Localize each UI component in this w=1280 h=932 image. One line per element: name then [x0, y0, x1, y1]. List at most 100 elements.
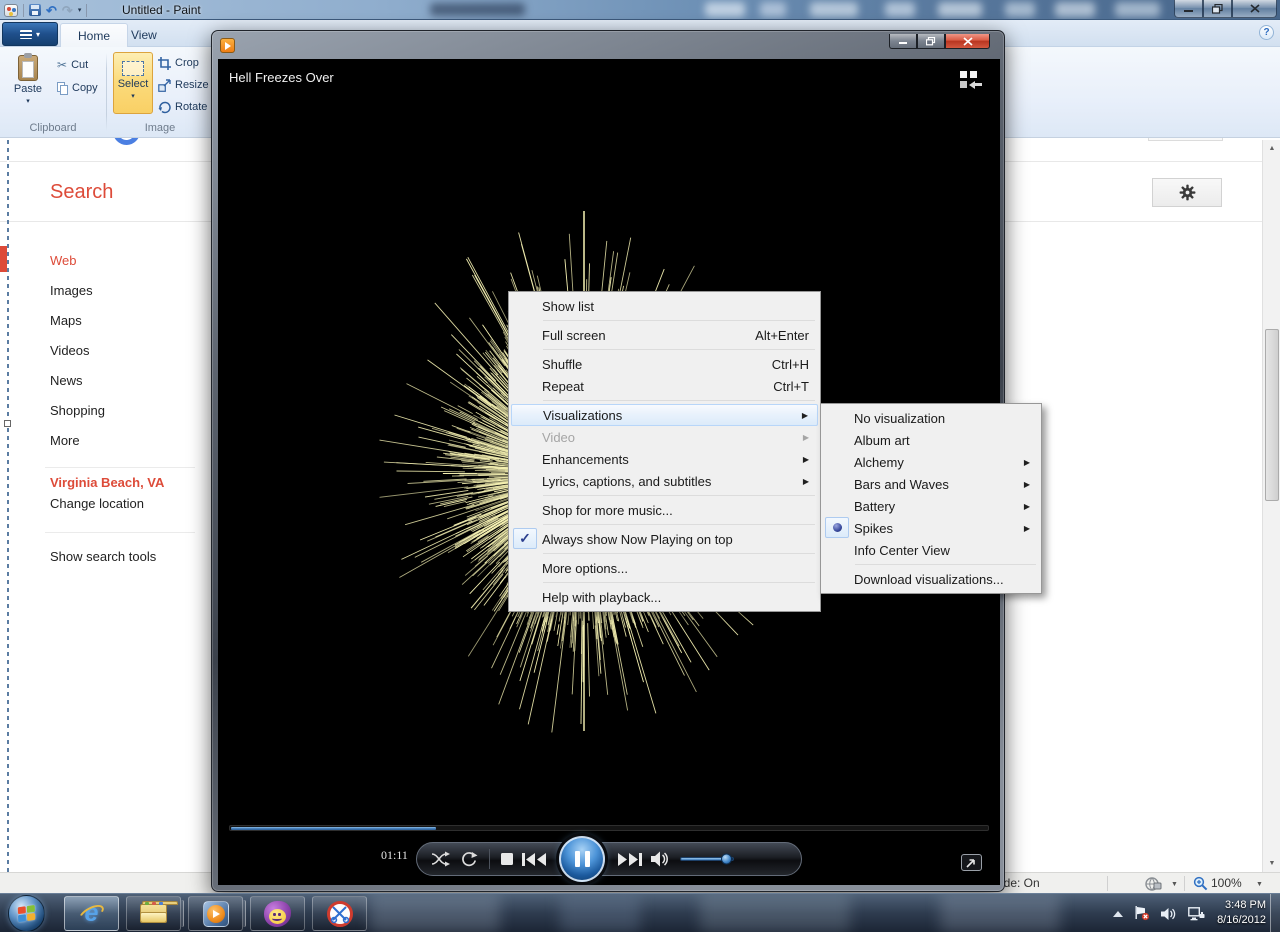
- chevron-down-icon[interactable]: ▼: [1171, 881, 1178, 888]
- taskbar-button-media-player[interactable]: [188, 896, 243, 931]
- divider: [45, 467, 195, 468]
- menu-item-lyrics[interactable]: Lyrics, captions, and subtitles▶: [511, 470, 818, 492]
- menu-separator: [543, 400, 815, 401]
- change-location-link[interactable]: Change location: [50, 496, 164, 511]
- menu-item-shuffle[interactable]: ShuffleCtrl+H: [511, 353, 818, 375]
- mute-button[interactable]: [651, 851, 671, 867]
- menu-item-visualizations[interactable]: Visualizations▶: [511, 404, 818, 426]
- scroll-up-button[interactable]: ▲: [1263, 140, 1280, 157]
- stop-button[interactable]: [501, 853, 513, 865]
- scrollbar-thumb[interactable]: [1265, 329, 1279, 501]
- paint-titlebar: ↶ ↷ ▾ Untitled - Paint: [0, 0, 1280, 20]
- menu-item-video: Video▶: [511, 426, 818, 448]
- show-hidden-icons-button[interactable]: [1113, 911, 1123, 917]
- zoom-level-text[interactable]: 100%: [1211, 876, 1242, 890]
- save-button[interactable]: [29, 4, 41, 16]
- volume-slider[interactable]: [680, 857, 734, 861]
- search-tools-link[interactable]: Show search tools: [50, 549, 156, 564]
- cut-button[interactable]: ✂ Cut: [57, 57, 88, 73]
- menu-item-no-visualization[interactable]: No visualization: [823, 407, 1039, 429]
- start-button[interactable]: [8, 895, 45, 932]
- menu-item-info-center-view[interactable]: Info Center View: [823, 539, 1039, 561]
- blur-artifact: [1005, 2, 1035, 17]
- zoom-magnifier-icon: [1193, 876, 1208, 891]
- seek-bar[interactable]: [229, 825, 989, 831]
- paste-button[interactable]: Paste ▾: [8, 52, 48, 114]
- checkbox-checked-icon: ✓: [513, 528, 537, 549]
- tab-view[interactable]: View: [114, 23, 174, 47]
- rotate-button[interactable]: Rotate ▾: [158, 99, 215, 115]
- paint-app-icon: [4, 4, 18, 17]
- application-menu-button[interactable]: ▾: [2, 22, 58, 46]
- menu-item-show-list[interactable]: Show list: [511, 295, 818, 317]
- blur-artifact: [700, 894, 850, 932]
- nav-item-shopping[interactable]: Shopping: [50, 395, 105, 425]
- settings-button[interactable]: [1152, 178, 1222, 207]
- menu-item-help-with-playback[interactable]: Help with playback...: [511, 586, 818, 608]
- chevron-down-icon[interactable]: ▼: [1256, 881, 1263, 888]
- selection-handle[interactable]: [4, 420, 11, 427]
- close-button[interactable]: [945, 34, 990, 49]
- undo-button[interactable]: ↶: [46, 4, 57, 17]
- taskbar-clock[interactable]: 3:48 PM 8/16/2012: [1217, 898, 1266, 928]
- menu-separator: [543, 553, 815, 554]
- action-center-flag-icon[interactable]: [1134, 906, 1150, 921]
- taskbar-button-windows-explorer[interactable]: [126, 896, 181, 931]
- desktop: ↶ ↷ ▾ Untitled - Paint ▾ Home View Paste…: [0, 0, 1280, 932]
- page-title: Search: [50, 181, 113, 204]
- menu-item-full-screen[interactable]: Full screenAlt+Enter: [511, 324, 818, 346]
- nav-item-videos[interactable]: Videos: [50, 335, 105, 365]
- nav-item-more[interactable]: More: [50, 425, 105, 455]
- google-logo-fragment: [113, 138, 140, 145]
- resize-button[interactable]: Resize: [158, 77, 209, 93]
- chevron-down-icon: ▾: [131, 92, 135, 100]
- redo-button[interactable]: ↷: [62, 4, 73, 17]
- menu-item-enhancements[interactable]: Enhancements▶: [511, 448, 818, 470]
- copy-button[interactable]: Copy: [57, 80, 98, 96]
- close-button[interactable]: [1232, 0, 1277, 18]
- restore-button[interactable]: [917, 34, 945, 49]
- clipboard-icon: [18, 55, 38, 81]
- shuffle-button[interactable]: [430, 851, 451, 867]
- qat-customize-button[interactable]: ▾: [78, 6, 82, 14]
- taskbar-button-snipping-tool[interactable]: [312, 896, 367, 931]
- nav-item-news[interactable]: News: [50, 365, 105, 395]
- menu-item-shop-for-more-music[interactable]: Shop for more music...: [511, 499, 818, 521]
- next-button[interactable]: [616, 852, 642, 867]
- switch-to-library-button[interactable]: [960, 71, 982, 89]
- crop-button[interactable]: Crop: [158, 55, 199, 71]
- menu-item-repeat[interactable]: RepeatCtrl+T: [511, 375, 818, 397]
- menu-separator: [543, 582, 815, 583]
- volume-tray-icon[interactable]: [1161, 907, 1177, 921]
- nav-item-images[interactable]: Images: [50, 275, 105, 305]
- previous-button[interactable]: [522, 852, 548, 867]
- minimize-button[interactable]: [1174, 0, 1203, 18]
- menu-item-bars-and-waves[interactable]: Bars and Waves▶: [823, 473, 1039, 495]
- scroll-down-button[interactable]: ▼: [1263, 855, 1280, 872]
- minimize-button[interactable]: [889, 34, 917, 49]
- menu-item-battery[interactable]: Battery▶: [823, 495, 1039, 517]
- menu-item-spikes[interactable]: Spikes▶: [823, 517, 1039, 539]
- nav-item-maps[interactable]: Maps: [50, 305, 105, 335]
- select-button[interactable]: Select ▾: [113, 52, 153, 114]
- help-icon[interactable]: ?: [1259, 25, 1274, 40]
- blur-artifact: [560, 894, 640, 932]
- scrollbar[interactable]: ▲ ▼: [1262, 140, 1280, 872]
- taskbar-button-internet-explorer[interactable]: e: [64, 896, 119, 931]
- pause-button[interactable]: [559, 836, 605, 882]
- show-desktop-button[interactable]: [1270, 894, 1280, 932]
- menu-item-alchemy[interactable]: Alchemy▶: [823, 451, 1039, 473]
- menu-item-always-show-on-top[interactable]: ✓Always show Now Playing on top: [511, 528, 818, 550]
- taskbar-button-messenger[interactable]: [250, 896, 305, 931]
- repeat-button[interactable]: [460, 851, 478, 867]
- window-title: Untitled - Paint: [122, 3, 201, 17]
- menu-item-album-art[interactable]: Album art: [823, 429, 1039, 451]
- nav-item-web[interactable]: Web: [50, 245, 105, 275]
- submenu-arrow-icon: ▶: [803, 455, 809, 464]
- restore-button[interactable]: [1203, 0, 1232, 18]
- network-tray-icon[interactable]: [1188, 907, 1205, 921]
- volume-thumb[interactable]: [721, 854, 732, 865]
- menu-item-more-options[interactable]: More options...: [511, 557, 818, 579]
- view-full-screen-button[interactable]: [961, 854, 982, 871]
- menu-item-download-visualizations[interactable]: Download visualizations...: [823, 568, 1039, 590]
